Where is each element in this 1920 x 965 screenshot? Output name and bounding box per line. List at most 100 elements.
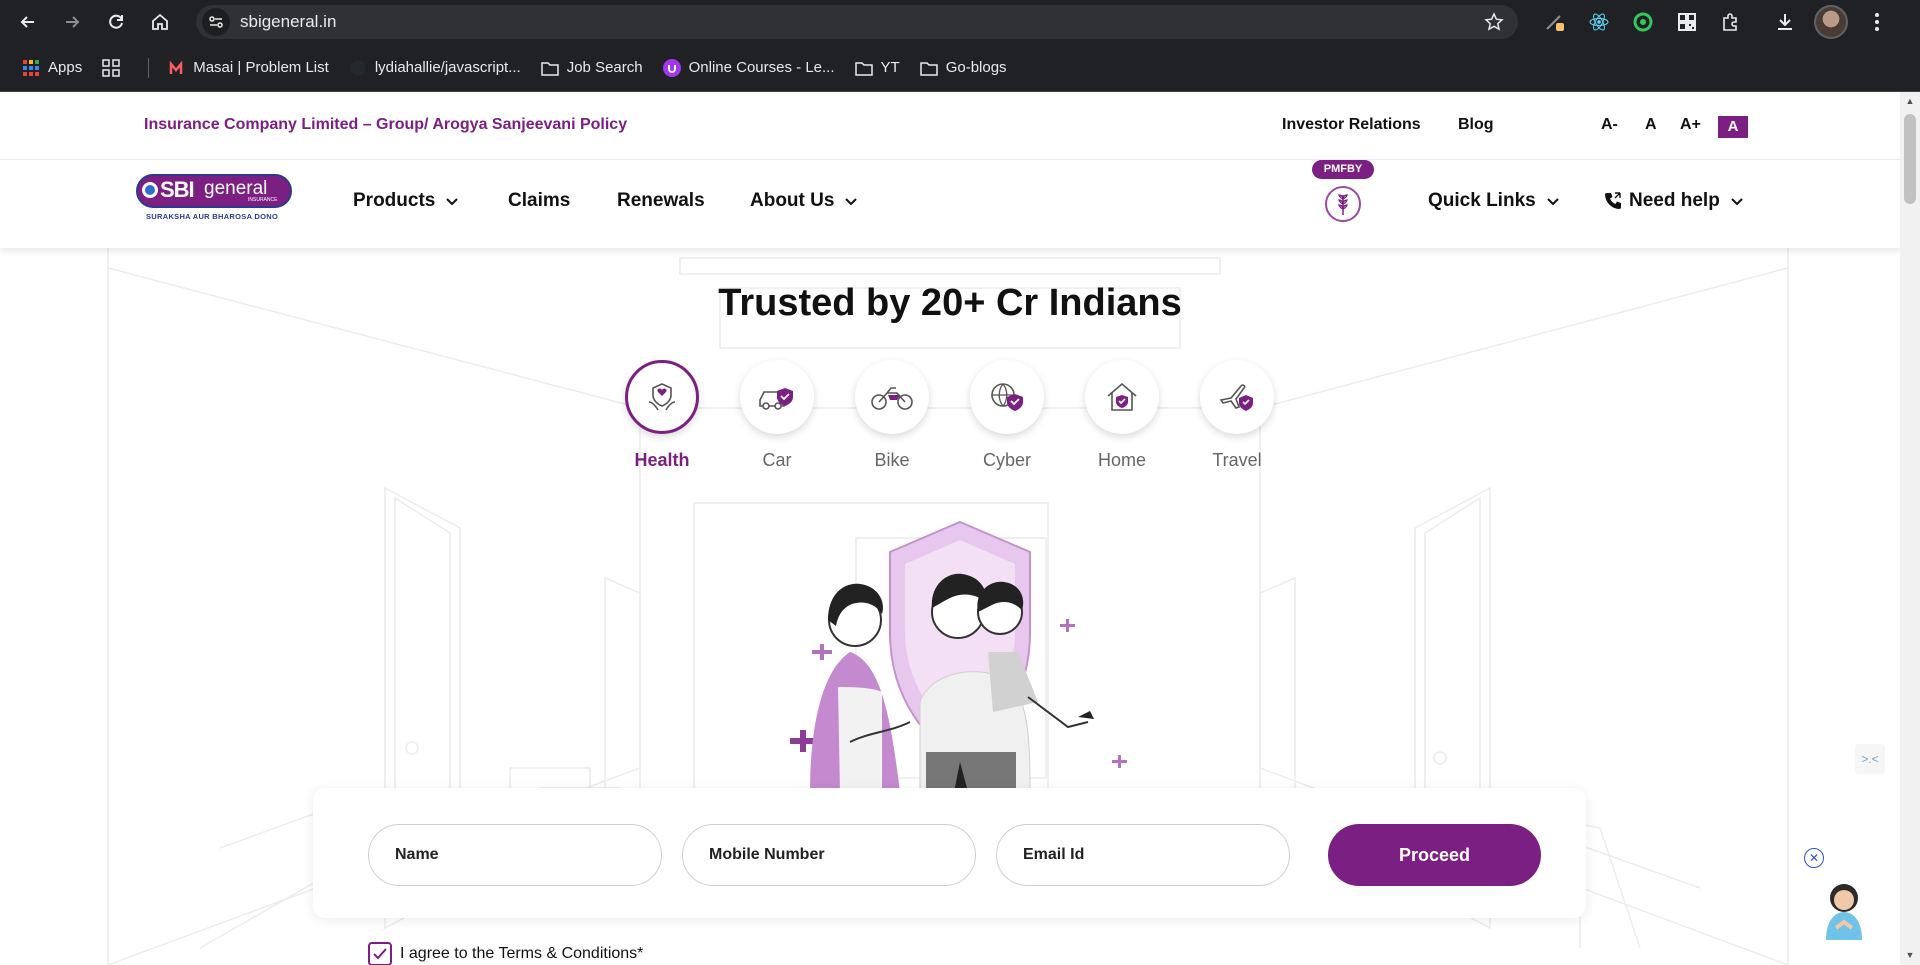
font-increase-button[interactable]: A+ <box>1680 116 1701 134</box>
home-icon[interactable] <box>138 0 182 44</box>
pmfby-link[interactable]: PMFBY <box>1312 160 1374 230</box>
forward-icon[interactable] <box>50 0 94 44</box>
proceed-button[interactable]: Proceed <box>1328 824 1541 886</box>
hero-headline: Trusted by 20+ Cr Indians <box>718 282 1182 324</box>
chevron-down-icon <box>1731 198 1743 206</box>
logo-sbi-text: SBI <box>160 177 195 202</box>
code-widget-icon[interactable]: >.< <box>1855 744 1885 774</box>
category-label: Bike <box>874 450 910 470</box>
terms-checkbox-row[interactable]: I agree to the Terms & Conditions* <box>368 942 643 965</box>
bookmark-go-blogs[interactable]: Go-blogs <box>919 53 1007 83</box>
extension-ring-icon[interactable] <box>1628 7 1658 37</box>
bookmark-masai[interactable]: Masai | Problem List <box>167 53 329 83</box>
wheat-icon <box>1325 186 1361 222</box>
grid-icon <box>102 58 120 77</box>
github-icon <box>349 59 367 77</box>
investor-relations-link[interactable]: Investor Relations <box>1282 116 1421 134</box>
folder-icon <box>540 59 559 77</box>
chatbot-avatar[interactable] <box>1818 878 1870 940</box>
profile-avatar[interactable] <box>1814 5 1848 39</box>
reload-icon[interactable] <box>94 0 138 44</box>
sbi-logo-mark <box>142 182 158 198</box>
qr-code-icon[interactable] <box>1672 7 1702 37</box>
family-illustration <box>790 520 1127 792</box>
bookmark-star-icon[interactable] <box>1484 12 1504 32</box>
scroll-up-arrow-icon[interactable]: ▲ <box>1905 96 1915 106</box>
font-reset-button[interactable]: A <box>1645 116 1657 134</box>
nav-renewals[interactable]: Renewals <box>617 190 705 212</box>
blog-link[interactable]: Blog <box>1458 116 1494 134</box>
apps-grid-icon <box>22 59 40 77</box>
back-icon[interactable] <box>6 0 50 44</box>
category-home[interactable]: Home <box>1082 360 1162 471</box>
close-chatbot-icon[interactable]: ✕ <box>1804 848 1824 868</box>
bookmark-apps[interactable]: Apps <box>22 53 82 83</box>
scroll-thumb[interactable] <box>1904 114 1916 204</box>
nav-quick-links[interactable]: Quick Links <box>1428 190 1560 212</box>
category-label: Cyber <box>982 450 1031 470</box>
logo-insurance-text: INSURANCE <box>248 197 278 203</box>
terms-label: I agree to the Terms & Conditions* <box>400 945 644 962</box>
bookmark-separator <box>148 57 150 78</box>
high-contrast-button[interactable]: A <box>1718 116 1748 138</box>
nav-claims[interactable]: Claims <box>508 190 570 212</box>
chevron-down-icon <box>845 198 858 206</box>
font-decrease-button[interactable]: A- <box>1601 116 1618 134</box>
chevron-down-icon <box>446 198 459 206</box>
check-icon <box>373 948 387 960</box>
category-cyber[interactable]: Cyber <box>967 360 1047 471</box>
masai-icon <box>167 59 185 77</box>
extensions-puzzle-icon[interactable] <box>1716 7 1746 37</box>
health-shield-icon <box>625 360 699 434</box>
category-travel[interactable]: Travel <box>1197 360 1277 471</box>
page-scrollbar[interactable]: ▲ ▼ <box>1900 92 1920 965</box>
web-page: Insurance Company Limited – Group/ Arogy… <box>0 92 1900 965</box>
pmfby-badge: PMFBY <box>1312 160 1374 179</box>
category-label: Car <box>762 450 792 470</box>
nav-need-help[interactable]: Need help <box>1603 190 1744 212</box>
plane-shield-icon <box>1200 360 1274 434</box>
bookmark-github[interactable]: lydiahallie/javascript... <box>349 53 521 83</box>
bookmarks-bar: Apps Masai | Problem List lydiahallie/ja… <box>0 44 1920 92</box>
category-label: Travel <box>1212 450 1262 470</box>
menu-dots-icon[interactable] <box>1862 7 1892 37</box>
folder-icon <box>919 59 938 77</box>
category-bike[interactable]: Bike <box>852 360 932 471</box>
chevron-down-icon <box>1546 198 1559 206</box>
bookmark-grid[interactable] <box>102 53 128 83</box>
category-health[interactable]: Health <box>622 360 702 471</box>
scroll-down-arrow-icon[interactable]: ▼ <box>1905 950 1915 960</box>
bookmark-job-search[interactable]: Job Search <box>540 53 643 83</box>
react-devtools-icon[interactable] <box>1584 7 1614 37</box>
announcement-ticker[interactable]: Insurance Company Limited – Group/ Arogy… <box>144 116 627 134</box>
nav-products[interactable]: Products <box>353 190 459 212</box>
bike-icon <box>855 360 929 434</box>
download-icon[interactable] <box>1770 7 1800 37</box>
site-info-icon[interactable] <box>202 8 230 36</box>
category-car[interactable]: Car <box>737 360 817 471</box>
name-input[interactable]: Name <box>368 824 662 886</box>
folder-icon <box>854 59 873 77</box>
email-input[interactable]: Email Id <box>996 824 1290 886</box>
sbi-general-logo[interactable]: SBI general INSURANCE SURAKSHA AUR BHARO… <box>136 174 292 224</box>
phone-icon <box>1605 192 1621 209</box>
main-navigation: SBI general INSURANCE SURAKSHA AUR BHARO… <box>0 160 1900 248</box>
logo-tagline: SURAKSHA AUR BHAROSA DONO <box>146 212 279 221</box>
terms-checkbox[interactable] <box>368 942 392 965</box>
category-label: Home <box>1097 450 1146 470</box>
bookmark-yt[interactable]: YT <box>854 53 900 83</box>
cyber-globe-icon <box>970 360 1044 434</box>
home-shield-icon <box>1085 360 1159 434</box>
extension-pen-icon[interactable] <box>1540 7 1570 37</box>
udemy-icon <box>662 58 681 77</box>
utility-bar: Insurance Company Limited – Group/ Arogy… <box>0 92 1900 160</box>
mobile-number-input[interactable]: Mobile Number <box>682 824 976 886</box>
address-bar[interactable]: sbigeneral.in <box>196 5 1518 39</box>
car-shield-icon <box>740 360 814 434</box>
url-text: sbigeneral.in <box>240 12 337 31</box>
category-label: Health <box>634 450 690 470</box>
bookmark-online-courses[interactable]: Online Courses - Le... <box>662 53 835 83</box>
nav-about-us[interactable]: About Us <box>750 190 858 212</box>
lead-form: Name Mobile Number Email Id Proceed <box>313 788 1586 918</box>
browser-toolbar: sbigeneral.in <box>0 0 1920 44</box>
